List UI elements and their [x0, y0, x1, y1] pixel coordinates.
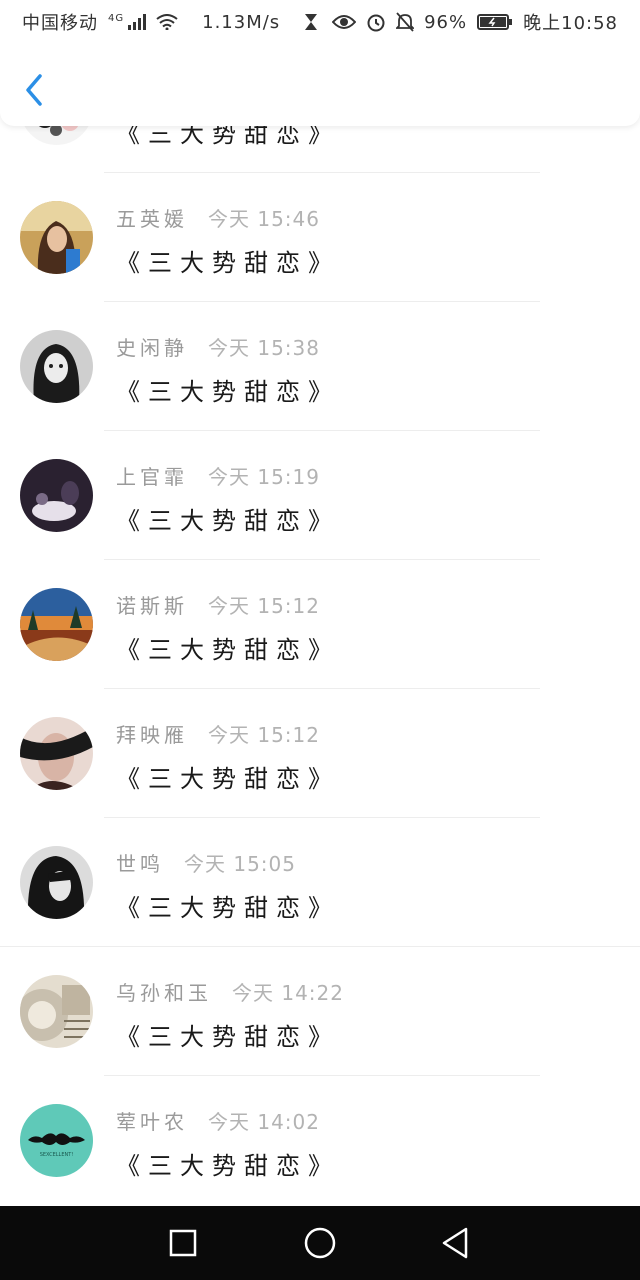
message-preview: 《三大势甜恋》: [116, 765, 340, 793]
message-time: 今天 15:46: [208, 207, 320, 231]
back-arrow-icon: [26, 74, 42, 106]
contact-name: 五英媛 今天 15:46: [116, 207, 320, 231]
network-type: 4G: [108, 12, 125, 24]
list-item[interactable]: 乌孙和玉 今天 14:22 《三大势甜恋》: [0, 947, 640, 1076]
message-preview: 《三大势甜恋》: [116, 378, 340, 406]
contact-name: 诺斯斯 今天 15:12: [116, 594, 320, 618]
contact-name: 上官霏 今天 15:19: [116, 465, 320, 489]
home-button[interactable]: [302, 1225, 338, 1261]
message-time: 今天 15:19: [208, 465, 320, 489]
circle-icon: [304, 1227, 336, 1259]
list-item[interactable]: 五英媛 今天 15:46 《三大势甜恋》: [0, 173, 640, 302]
list-item[interactable]: SEXCELLENT! 荤叶农 今天 14:02 《三大势甜恋》: [0, 1076, 640, 1205]
message-preview: 《三大势甜恋》: [116, 249, 340, 277]
back-button[interactable]: [18, 72, 52, 108]
avatar[interactable]: SEXCELLENT!: [20, 1104, 93, 1177]
contact-name: 世鸣 今天 15:05: [116, 852, 296, 876]
message-time: 今天 14:22: [232, 981, 344, 1005]
eye-icon: [332, 15, 357, 29]
message-time: 今天 15:12: [208, 723, 320, 747]
message-preview: 《三大势甜恋》: [116, 1152, 340, 1180]
list-item[interactable]: 上官霏 今天 15:19 《三大势甜恋》: [0, 431, 640, 560]
contact-name: 史闲静 今天 15:38: [116, 336, 320, 360]
avatar[interactable]: [20, 459, 93, 532]
battery-percent: 96%: [424, 11, 468, 33]
contact-name: 荤叶农 今天 14:02: [116, 1110, 320, 1134]
avatar[interactable]: [20, 846, 93, 919]
wifi-icon: [156, 14, 178, 30]
message-preview: 《三大势甜恋》: [116, 636, 340, 664]
avatar[interactable]: [20, 201, 93, 274]
avatar-badge-text: SEXCELLENT!: [39, 1152, 74, 1158]
system-navigation-bar: [0, 1206, 640, 1280]
battery-icon: [477, 14, 513, 30]
carrier-label: 中国移动: [22, 13, 98, 34]
avatar[interactable]: [20, 717, 93, 790]
message-time: 今天 15:38: [208, 336, 320, 360]
message-time: 今天 15:12: [208, 594, 320, 618]
list-item[interactable]: 世鸣 今天 15:05 《三大势甜恋》: [0, 818, 640, 947]
message-preview: 《三大势甜恋》: [116, 507, 340, 535]
message-time: 今天 14:02: [208, 1110, 320, 1134]
avatar[interactable]: [20, 330, 93, 403]
message-preview: 《三大势甜恋》: [116, 894, 340, 922]
message-time: 今天 15:05: [184, 852, 296, 876]
list-item[interactable]: 诺斯斯 今天 15:12 《三大势甜恋》: [0, 560, 640, 689]
hourglass-icon: [305, 14, 318, 30]
network-speed: 1.13M/s: [202, 11, 281, 33]
alarm-icon: [367, 14, 385, 32]
signal-icon: [128, 14, 147, 30]
status-bar: 中国移动 4G 1.13M/s 96% 晚上10:58: [0, 0, 640, 44]
list-item[interactable]: 拜映雁 今天 15:12 《三大势甜恋》: [0, 689, 640, 818]
contact-name: 乌孙和玉 今天 14:22: [116, 981, 344, 1005]
square-icon: [169, 1229, 197, 1257]
bell-off-icon: [396, 12, 415, 32]
top-header: [0, 44, 640, 126]
clock: 晚上10:58: [523, 13, 618, 34]
list-item[interactable]: 史闲静 今天 15:38 《三大势甜恋》: [0, 302, 640, 431]
triangle-back-icon: [442, 1227, 468, 1259]
nav-back-button[interactable]: [438, 1225, 474, 1261]
contact-name: 拜映雁 今天 15:12: [116, 723, 320, 747]
message-preview: 《三大势甜恋》: [116, 1023, 340, 1051]
recent-apps-button[interactable]: [165, 1225, 201, 1261]
avatar[interactable]: [20, 588, 93, 661]
avatar[interactable]: [20, 975, 93, 1048]
